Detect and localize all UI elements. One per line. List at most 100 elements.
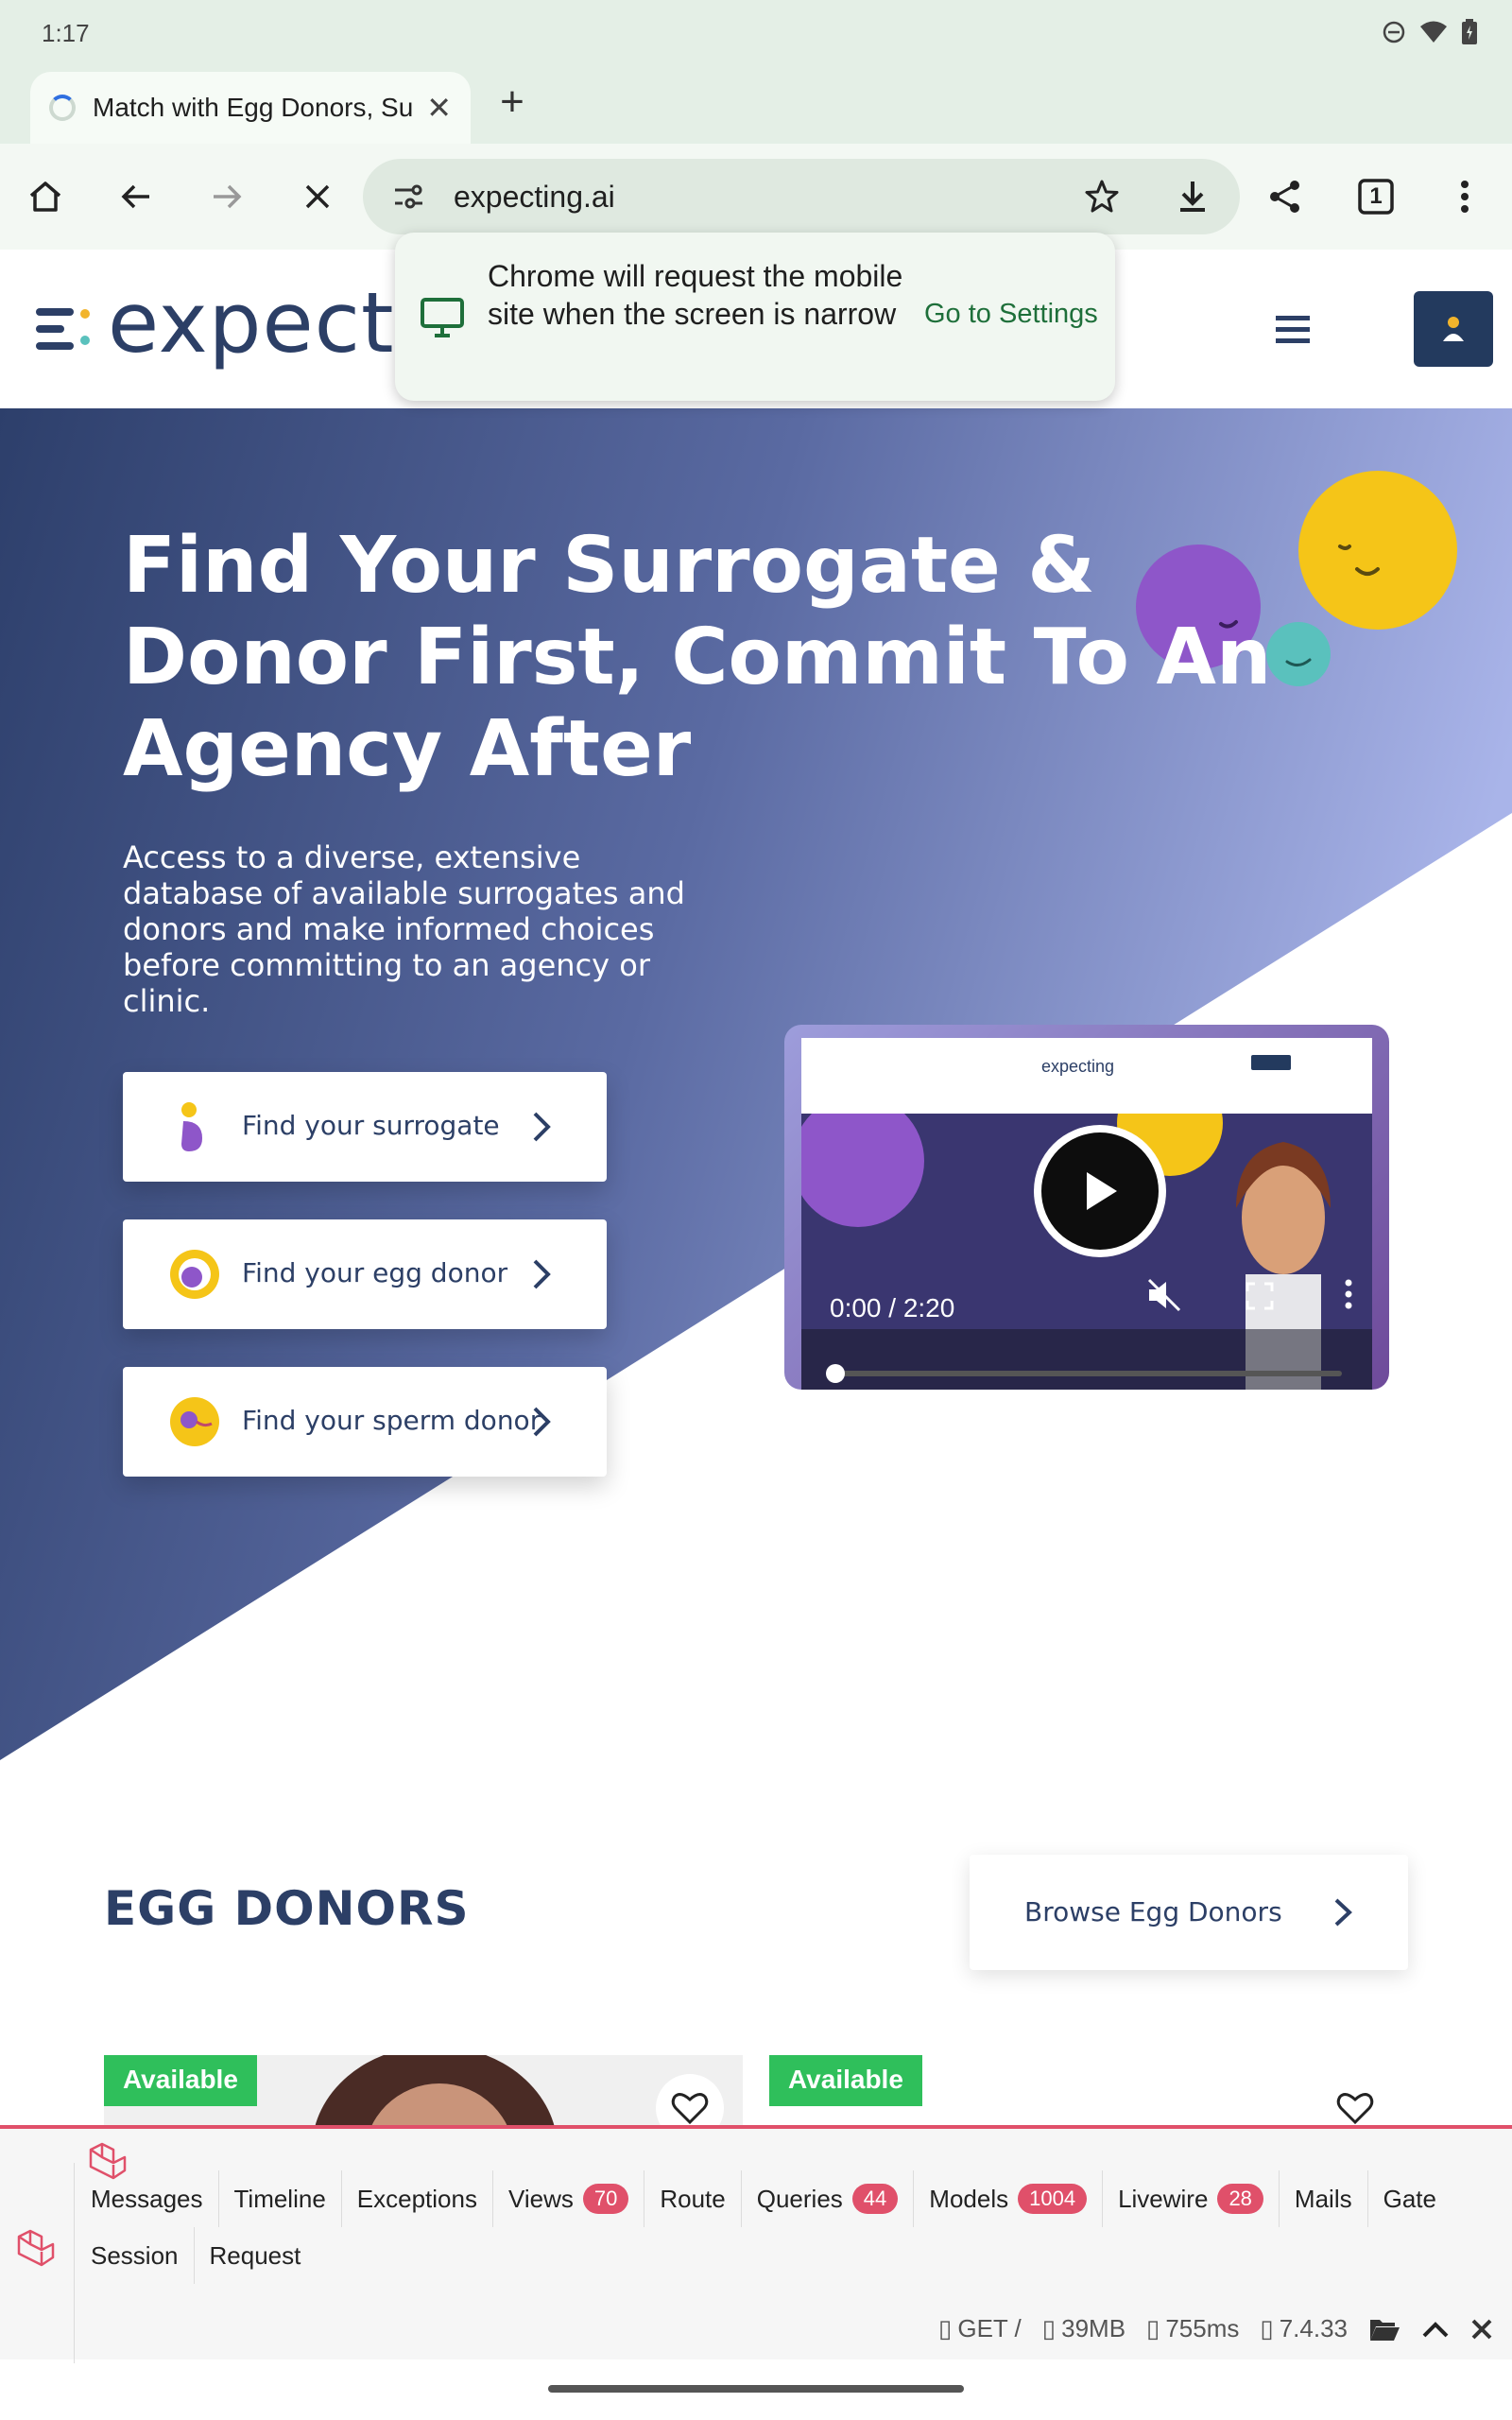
surrogate-icon (181, 1102, 202, 1151)
expecting-logo-icon[interactable] (36, 304, 96, 354)
debug-tab-session[interactable]: Session (76, 2227, 195, 2284)
debug-tab-route[interactable]: Route (644, 2170, 742, 2227)
tab-label: Timeline (233, 2185, 326, 2213)
back-button[interactable] (110, 170, 163, 223)
browse-egg-donors-label: Browse Egg Donors (1024, 1896, 1282, 1927)
cta-label: Find your sperm donor (242, 1405, 541, 1436)
status-time: 1:17 (42, 19, 90, 47)
folder-open-icon[interactable] (1368, 2316, 1400, 2342)
share-icon (1270, 181, 1299, 213)
menu-button[interactable] (1438, 170, 1491, 223)
memory-usage: ▯ 39MB (1042, 2314, 1125, 2343)
wifi-icon (1420, 21, 1447, 43)
hero-headline: Find Your Surrogate & Donor First, Commi… (123, 521, 1272, 794)
forward-button[interactable] (200, 170, 253, 223)
gesture-navigation-bar[interactable] (548, 2385, 964, 2393)
tab-close-icon[interactable]: ✕ (426, 90, 452, 126)
debug-tab-timeline[interactable]: Timeline (219, 2170, 342, 2227)
heart-icon (671, 2093, 709, 2125)
debug-tab-gate[interactable]: Gate (1368, 2170, 1452, 2227)
tab-title: Match with Egg Donors, Sur (93, 93, 414, 122)
go-to-settings-link[interactable]: Go to Settings (924, 299, 1098, 330)
debug-tab-livewire[interactable]: Livewire 28 (1103, 2170, 1280, 2227)
tab-strip: Match with Egg Donors, Sur ✕ + (0, 68, 1512, 144)
request-duration: ▯ 755ms (1146, 2314, 1239, 2343)
video-preview-signin (1251, 1055, 1291, 1070)
favorite-button[interactable] (1321, 2074, 1389, 2127)
cta-label: Find your surrogate (242, 1110, 500, 1141)
share-button[interactable] (1259, 170, 1312, 223)
find-surrogate-button[interactable]: Find your surrogate (123, 1072, 607, 1182)
chevron-right-icon (1334, 1898, 1352, 1927)
method-text: GET / (957, 2314, 1022, 2342)
tab-count: 1 (1369, 183, 1383, 209)
url-text: expecting.ai (454, 180, 615, 214)
count-badge: 1004 (1018, 2184, 1088, 2214)
debug-tab-models[interactable]: Models 1004 (914, 2170, 1104, 2227)
back-arrow-icon (121, 184, 149, 209)
laravel-logo-icon[interactable] (15, 2229, 57, 2269)
debug-tab-exceptions[interactable]: Exceptions (342, 2170, 493, 2227)
site-settings-icon[interactable] (391, 182, 425, 212)
php-text: 7.4.33 (1279, 2314, 1348, 2342)
debug-tab-queries[interactable]: Queries 44 (742, 2170, 915, 2227)
bookmark-star-icon[interactable] (1083, 178, 1121, 216)
tab-label: Queries (756, 2185, 843, 2213)
popup-message: Chrome will request the mobile site when… (488, 259, 903, 331)
browser-tab[interactable]: Match with Egg Donors, Sur ✕ (30, 72, 471, 144)
find-sperm-donor-button[interactable]: Find your sperm donor (123, 1367, 607, 1477)
duration-text: 755ms (1165, 2314, 1240, 2342)
hamburger-menu-icon[interactable] (1276, 314, 1314, 346)
chevron-right-icon (533, 1407, 551, 1437)
memory-text: 39MB (1061, 2314, 1126, 2342)
debugbar-tabs: Messages Timeline Exceptions Views 70 Rou… (76, 2170, 1512, 2284)
tab-label: Session (91, 2241, 179, 2270)
chevron-up-icon[interactable] (1421, 2319, 1450, 2340)
browse-egg-donors-button[interactable]: Browse Egg Donors (970, 1855, 1408, 1970)
code-icon: ▯ (1260, 2314, 1274, 2342)
request-method[interactable]: ▯ GET / (938, 2314, 1022, 2343)
address-bar[interactable]: expecting.ai (363, 159, 1240, 234)
donor-card[interactable]: Available (769, 2055, 1408, 2127)
memory-icon: ▯ (1041, 2314, 1057, 2342)
play-button[interactable] (1034, 1125, 1166, 1257)
tab-switcher-button[interactable]: 1 (1349, 170, 1402, 223)
download-icon[interactable] (1174, 178, 1211, 216)
stop-loading-button[interactable] (291, 170, 344, 223)
status-icons (1382, 19, 1478, 45)
tab-label: Gate (1383, 2185, 1436, 2213)
debug-tab-views[interactable]: Views 70 (493, 2170, 645, 2227)
status-bar: 1:17 (0, 0, 1512, 68)
new-tab-button[interactable]: + (490, 78, 535, 125)
account-button[interactable] (1414, 291, 1493, 367)
debug-tab-mails[interactable]: Mails (1280, 2170, 1368, 2227)
tab-label: Messages (91, 2185, 203, 2213)
find-egg-donor-button[interactable]: Find your egg donor (123, 1219, 607, 1329)
egg-donors-title: EGG DONORS (104, 1881, 470, 1936)
video-more-icon[interactable] (1344, 1278, 1353, 1310)
donor-card[interactable]: Available (104, 2055, 743, 2127)
clock-icon: ▯ (1146, 2314, 1160, 2342)
availability-badge: Available (104, 2055, 257, 2106)
intro-video-player[interactable]: expecting 0:00 / 2:20 (784, 1025, 1389, 1390)
site-logo-text[interactable]: expecti (108, 274, 419, 372)
php-version: ▯ 7.4.33 (1260, 2314, 1348, 2343)
play-icon (1087, 1172, 1117, 1210)
close-icon[interactable] (1470, 2318, 1493, 2341)
count-badge: 70 (582, 2184, 629, 2214)
mute-icon[interactable] (1145, 1278, 1183, 1312)
debug-tab-messages[interactable]: Messages (76, 2170, 219, 2227)
battery-icon (1462, 19, 1477, 44)
laravel-debugbar: Messages Timeline Exceptions Views 70 Rou… (0, 2125, 1512, 2363)
desktop-monitor-icon (421, 298, 464, 337)
fullscreen-icon[interactable] (1246, 1282, 1274, 1310)
home-button[interactable] (19, 170, 72, 223)
forward-arrow-icon (214, 184, 242, 209)
hero-section: Find Your Surrogate & Donor First, Commi… (0, 408, 1512, 1760)
tab-label: Mails (1294, 2185, 1352, 2213)
egg-donor-icon (170, 1250, 219, 1299)
do-not-disturb-icon (1383, 21, 1405, 43)
tab-label: Livewire (1118, 2185, 1209, 2213)
debug-tab-request[interactable]: Request (195, 2227, 317, 2284)
cta-label: Find your egg donor (242, 1257, 508, 1288)
